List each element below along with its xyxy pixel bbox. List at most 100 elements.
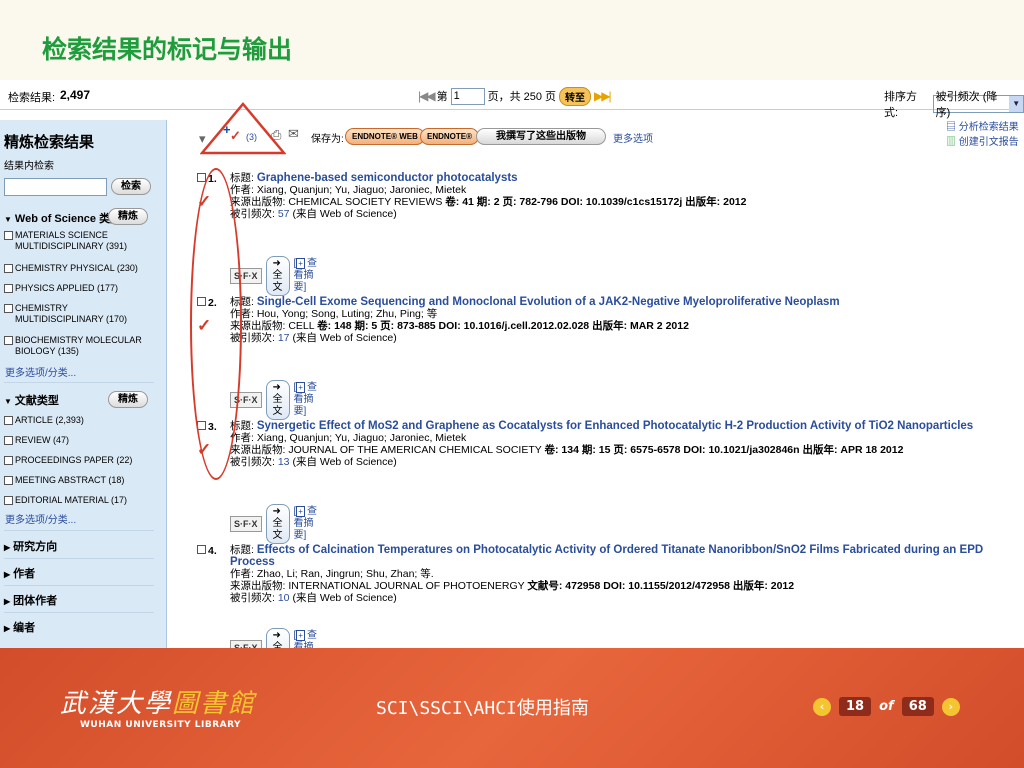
result-meta: 卷: 41 期: 2 页: 782-796 DOI: 10.1039/c1cs1… [445, 196, 747, 208]
category-item[interactable]: CHEMISTRY PHYSICAL (230) [4, 263, 154, 274]
more-options-link[interactable]: 更多选项 [613, 130, 653, 145]
library-logo-text: WUHAN UNIVERSITY LIBRARY [80, 720, 242, 730]
category-section-title[interactable]: ▼ Web of Science 类别 [4, 210, 121, 226]
result-title-link[interactable]: Single-Cell Exome Sequencing and Monoclo… [257, 296, 840, 308]
result-source: CHEMICAL SOCIETY REVIEWS [288, 196, 443, 208]
collapsed-section-research[interactable]: ▶ 研究方向 [4, 538, 57, 554]
my-publications-button[interactable]: 我撰写了这些出版物 [476, 128, 606, 145]
result-title-link[interactable]: Synergetic Effect of MoS2 and Graphene a… [257, 420, 973, 432]
sort-value: 被引频次 (降序) [935, 91, 998, 119]
checkbox[interactable] [4, 496, 13, 505]
endnote-web-button[interactable]: ENDNOTE® WEB [345, 128, 425, 145]
doctype-item[interactable]: MEETING ABSTRACT (18) [4, 475, 154, 486]
cited-source: (来自 Web of Science) [292, 208, 397, 220]
cited-label: 被引频次: [230, 592, 275, 604]
checkbox[interactable] [4, 304, 13, 313]
doctype-item[interactable]: EDITORIAL MATERIAL (17) [4, 495, 154, 506]
page-of: of [879, 699, 894, 714]
result-title-link[interactable]: Effects of Calcination Temperatures on P… [230, 544, 983, 568]
result-authors: Hou, Yong; Song, Luting; Zhu, Ping; 等 [256, 308, 438, 320]
plus-icon: + [296, 382, 305, 393]
result-count: 2,497 [60, 88, 91, 102]
fulltext-button[interactable]: ➜ 全文 [265, 628, 290, 648]
triangle-down-icon: ▼ [4, 215, 12, 224]
checkbox[interactable] [4, 264, 13, 273]
annotation-triangle [200, 102, 286, 155]
category-item[interactable]: PHYSICS APPLIED (177) [4, 283, 154, 294]
checkbox[interactable] [4, 284, 13, 293]
plus-icon: + [296, 258, 305, 269]
view-abstract-link[interactable]: [+查看摘要] [294, 258, 317, 294]
triangle-right-icon: ▶ [4, 543, 11, 552]
doctype-item[interactable]: ARTICLE (2,393) [4, 415, 154, 426]
next-slide-icon[interactable]: › [941, 697, 960, 716]
prev-slide-icon[interactable]: ‹ [813, 697, 831, 716]
view-abstract-link[interactable]: [+查看摘要] [294, 630, 317, 648]
search-within-label: 结果内检索 [4, 161, 54, 172]
cited-count-link[interactable]: 57 [278, 208, 290, 220]
bar-chart-icon: ▥ [946, 137, 959, 148]
authors-label: 作者: [230, 568, 254, 580]
category-item[interactable]: BIOCHEMISTRY MOLECULAR BIOLOGY (135) [4, 335, 154, 357]
result-checkbox[interactable] [197, 545, 206, 554]
next-page-icon[interactable]: ▶▶| [594, 89, 612, 103]
collapsed-section-author[interactable]: ▶ 作者 [4, 565, 35, 581]
source-label: 来源出版物: [230, 580, 286, 592]
results-topbar: 检索结果: 2,497 |◀◀ 第 页，共 250 页 转至 ▶▶| 排序方式:… [0, 80, 1024, 119]
sort-select[interactable]: 被引频次 (降序) ▼ [932, 91, 1024, 119]
doctype-item[interactable]: PROCEEDINGS PAPER (22) [4, 455, 154, 466]
first-page-icon[interactable]: |◀◀ [418, 89, 436, 103]
triangle-down-icon: ▼ [4, 397, 12, 406]
page-input[interactable] [450, 87, 485, 105]
search-within-button[interactable]: 检索 [111, 178, 151, 195]
collapsed-section-group[interactable]: ▶ 团体作者 [4, 592, 57, 608]
cited-source: (来自 Web of Science) [292, 592, 397, 604]
cited-count-link[interactable]: 17 [278, 332, 290, 344]
doctype-section-title[interactable]: ▼ 文献类型 [4, 392, 59, 408]
endnote-button[interactable]: ENDNOTE® [420, 128, 480, 145]
sfx-button[interactable]: S·F·X [230, 640, 262, 648]
analyze-results-link[interactable]: ▤ 分析检索结果 [946, 120, 1019, 135]
fulltext-button[interactable]: ➜ 全文 [265, 256, 290, 296]
checkbox[interactable] [4, 231, 13, 240]
category-item[interactable]: CHEMISTRY MULTIDISCIPLINARY (170) [4, 303, 154, 325]
result-source: CELL [288, 320, 315, 332]
search-within-input[interactable] [4, 178, 107, 196]
divider [4, 530, 154, 531]
output-toolbar: ▾ + ✓ (3) ⎙ ✉ 保存为: ENDNOTE® WEB ENDNOTE®… [195, 120, 1015, 150]
view-abstract-link[interactable]: [+查看摘要] [294, 382, 317, 418]
checkbox[interactable] [4, 456, 13, 465]
checkbox[interactable] [4, 476, 13, 485]
view-abstract-link[interactable]: [+查看摘要] [294, 506, 317, 542]
cited-count-link[interactable]: 10 [278, 592, 290, 604]
result-meta: 文献号: 472958 DOI: 10.1155/2012/472958 出版年… [527, 580, 795, 592]
doctype-refine-button[interactable]: 精炼 [108, 391, 148, 408]
sfx-button[interactable]: S·F·X [230, 516, 262, 532]
more-categories-link[interactable]: 更多选项/分类... [5, 364, 76, 379]
sidebar-title: 精炼检索结果 [4, 133, 95, 151]
category-item[interactable]: MATERIALS SCIENCE MULTIDISCIPLINARY (391… [4, 230, 154, 252]
more-doctypes-link[interactable]: 更多选项/分类... [5, 511, 76, 526]
checkbox[interactable] [4, 416, 13, 425]
email-icon[interactable]: ✉ [288, 126, 299, 142]
source-label: 来源出版物: [230, 196, 286, 208]
citation-report-link[interactable]: ▥ 创建引文报告 [946, 135, 1019, 150]
plus-icon: + [296, 630, 305, 641]
authors-label: 作者: [230, 184, 254, 196]
fulltext-button[interactable]: ➜ 全文 [265, 380, 290, 420]
checkbox[interactable] [4, 436, 13, 445]
result-source: INTERNATIONAL JOURNAL OF PHOTOENERGY [288, 580, 525, 592]
sort-control: 排序方式: 被引频次 (降序) ▼ [884, 88, 1024, 120]
slide-title: 检索结果的标记与输出 [42, 35, 293, 64]
go-button[interactable]: 转至 [559, 86, 592, 106]
category-refine-button[interactable]: 精炼 [108, 208, 148, 225]
result-title-link[interactable]: Graphene-based semiconductor photocataly… [257, 172, 518, 184]
collapsed-section-editor[interactable]: ▶ 编者 [4, 619, 35, 635]
result-authors: Xiang, Quanjun; Yu, Jiaguo; Jaroniec, Mi… [256, 184, 467, 196]
total-pages: 68 [901, 697, 934, 716]
checkbox[interactable] [4, 336, 13, 345]
cited-count-link[interactable]: 13 [278, 456, 290, 468]
doctype-item[interactable]: REVIEW (47) [4, 435, 154, 446]
fulltext-button[interactable]: ➜ 全文 [265, 504, 290, 544]
result-source: JOURNAL OF THE AMERICAN CHEMICAL SOCIETY [288, 444, 542, 456]
